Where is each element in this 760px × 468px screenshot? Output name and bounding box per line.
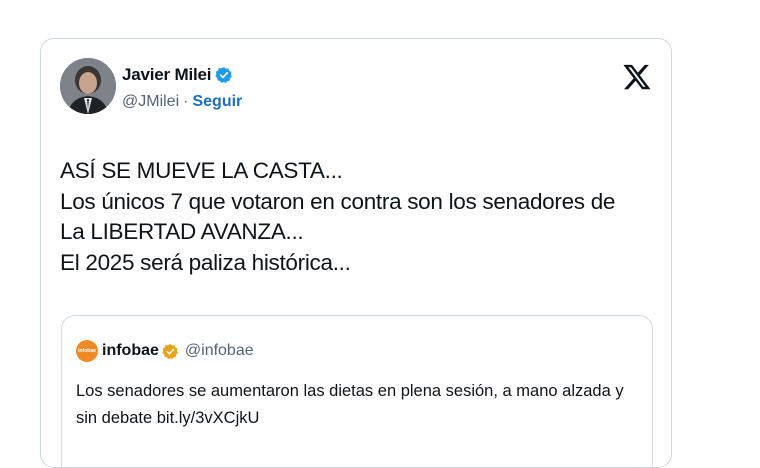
author-info: Javier Milei @JMilei · Seguir xyxy=(122,65,242,111)
quoted-line: Los senadores se aumentaron las dietas e… xyxy=(76,382,624,400)
quoted-author-name[interactable]: infobae xyxy=(102,342,159,360)
author-name[interactable]: Javier Milei xyxy=(122,65,211,85)
author-avatar[interactable] xyxy=(60,58,116,114)
gold-verified-badge-icon xyxy=(162,343,179,360)
tweet-header: Javier Milei @JMilei · Seguir xyxy=(60,58,652,133)
author-handle[interactable]: @JMilei xyxy=(122,93,179,111)
verified-badge-icon xyxy=(215,66,233,84)
tweet-line: La LIBERTAD AVANZA... xyxy=(60,219,304,244)
tweet-card: Javier Milei @JMilei · Seguir ASÍ SE MUE xyxy=(40,38,672,468)
quoted-avatar[interactable]: infobae xyxy=(76,340,98,362)
quoted-text: Los senadores se aumentaron las dietas e… xyxy=(76,378,638,432)
x-logo-icon[interactable] xyxy=(622,62,652,92)
quoted-header: infobae infobae @infobae xyxy=(76,340,254,362)
tweet-line: El 2025 será paliza histórica... xyxy=(60,249,351,275)
tweet-line: ASÍ SE MUEVE LA CASTA... xyxy=(60,158,343,183)
quoted-author-handle[interactable]: @infobae xyxy=(185,342,254,360)
author-photo xyxy=(60,58,116,114)
tweet-line: Los únicos 7 que votaron en contra son l… xyxy=(60,188,616,214)
quoted-line: sin debate bit.ly/3vXCjkU xyxy=(76,409,260,427)
separator-dot: · xyxy=(183,93,189,110)
tweet-text: ASÍ SE MUEVE LA CASTA... Los únicos 7 qu… xyxy=(60,156,652,278)
quoted-avatar-text: infobae xyxy=(78,348,96,354)
follow-button[interactable]: Seguir xyxy=(192,93,242,111)
quoted-tweet[interactable]: infobae infobae @infobae Los senadores s… xyxy=(61,315,653,467)
